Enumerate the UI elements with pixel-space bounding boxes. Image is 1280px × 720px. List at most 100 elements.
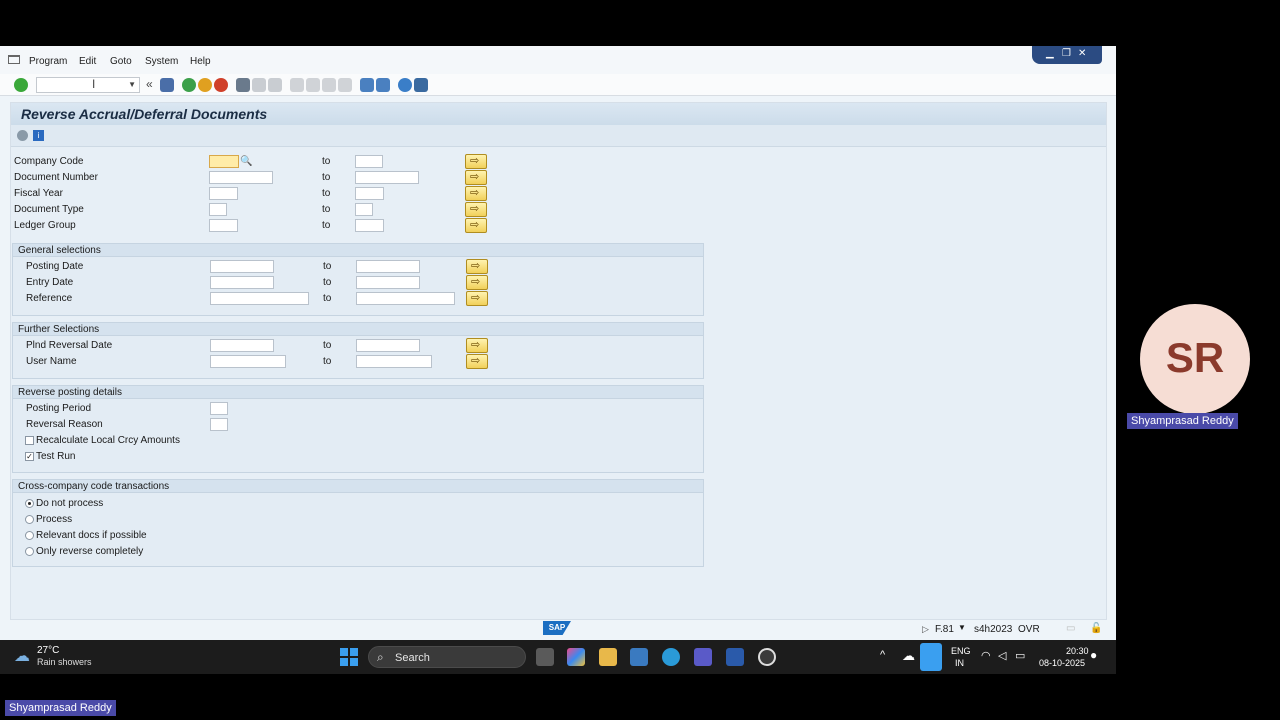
chatgpt-icon[interactable] [758, 648, 776, 666]
posting-date-multiple-button[interactable] [466, 259, 488, 274]
weather-icon[interactable]: ☁ [14, 646, 30, 666]
to-label: to [323, 261, 332, 272]
recalculate-checkbox[interactable] [25, 436, 34, 445]
play-icon[interactable]: ▷ [922, 624, 929, 635]
ledger-group-to-input[interactable] [355, 219, 384, 232]
sap-logon-icon[interactable] [630, 648, 648, 666]
radio-process[interactable] [25, 515, 34, 524]
layout-menu-icon[interactable] [414, 78, 428, 92]
menu-help[interactable]: Help [190, 56, 211, 67]
fiscal-year-from-input[interactable] [209, 187, 238, 200]
test-run-checkbox[interactable]: ✓ [25, 452, 34, 461]
chevron-down-icon[interactable]: ▼ [958, 623, 966, 632]
weather-text[interactable]: Rain showers [37, 657, 92, 667]
ledger-group-multiple-button[interactable] [465, 218, 487, 233]
clock-date[interactable]: 08-10-2025 [1039, 658, 1085, 668]
shortcut-icon[interactable] [376, 78, 390, 92]
document-number-to-input[interactable] [355, 171, 419, 184]
user-name-multiple-button[interactable] [466, 354, 488, 369]
close-icon[interactable]: ✕ [1078, 48, 1086, 59]
menu-program[interactable]: Program [29, 56, 67, 67]
temperature[interactable]: 27°C [37, 645, 59, 656]
battery-icon[interactable]: ▭ [1015, 649, 1025, 662]
reference-to-input[interactable] [356, 292, 455, 305]
restore-icon[interactable]: ❐ [1062, 48, 1071, 59]
posting-date-to-input[interactable] [356, 260, 420, 273]
document-number-multiple-button[interactable] [465, 170, 487, 185]
windows-start-icon[interactable] [340, 648, 358, 666]
company-code-to-input[interactable] [355, 155, 383, 168]
info-icon[interactable]: i [33, 130, 44, 141]
presenter-name-tag: Shyamprasad Reddy [5, 700, 116, 716]
label-relevant-docs: Relevant docs if possible [36, 530, 147, 541]
reference-from-input[interactable] [210, 292, 309, 305]
app-menu-icon[interactable] [8, 55, 20, 64]
cancel-icon[interactable] [214, 78, 228, 92]
document-type-from-input[interactable] [209, 203, 227, 216]
volume-icon[interactable]: ◁ [998, 649, 1006, 662]
chevron-down-icon[interactable]: ▼ [128, 80, 136, 89]
entry-date-to-input[interactable] [356, 276, 420, 289]
transaction-code[interactable]: F.81 [935, 624, 954, 635]
entry-date-from-input[interactable] [210, 276, 274, 289]
menu-goto[interactable]: Goto [110, 56, 132, 67]
word-icon[interactable] [726, 648, 744, 666]
lock-icon[interactable]: 🔓 [1090, 623, 1102, 634]
document-type-to-input[interactable] [355, 203, 373, 216]
insert-mode: OVR [1018, 624, 1040, 635]
document-number-from-input[interactable] [209, 171, 273, 184]
planned-reversal-date-to-input[interactable] [356, 339, 420, 352]
radio-only-reverse-completely[interactable] [25, 547, 34, 556]
chevron-up-icon[interactable]: ^ [880, 649, 885, 661]
new-session-icon[interactable] [360, 78, 374, 92]
menu-bar: Program Edit Goto System Help ▁ ❐ ✕ [0, 46, 1116, 74]
notification-icon[interactable]: ● [1090, 648, 1097, 662]
user-name-from-input[interactable] [210, 355, 286, 368]
wifi-icon[interactable]: ◠ [981, 649, 991, 662]
menu-edit[interactable]: Edit [79, 56, 96, 67]
edge-icon[interactable] [662, 648, 680, 666]
teams-icon[interactable] [694, 648, 712, 666]
document-type-multiple-button[interactable] [465, 202, 487, 217]
command-field[interactable]: ▼ [36, 77, 140, 93]
fiscal-year-to-input[interactable] [355, 187, 384, 200]
back-icon[interactable] [182, 78, 196, 92]
general-selections-group: General selections Posting Date to Entry… [12, 243, 704, 316]
planned-reversal-date-from-input[interactable] [210, 339, 274, 352]
ledger-group-from-input[interactable] [209, 219, 238, 232]
cloud-icon[interactable]: ☁ [902, 648, 915, 664]
search-help-icon[interactable]: 🔍 [240, 156, 252, 167]
exit-icon[interactable] [198, 78, 212, 92]
region[interactable]: IN [955, 658, 964, 668]
save-icon[interactable] [160, 78, 174, 92]
reference-multiple-button[interactable] [466, 291, 488, 306]
radio-do-not-process[interactable] [25, 499, 34, 508]
taskbar-search[interactable]: ⌕ Search [368, 646, 526, 668]
enter-icon[interactable] [14, 78, 28, 92]
file-explorer-icon[interactable] [599, 648, 617, 666]
posting-date-from-input[interactable] [210, 260, 274, 273]
task-view-icon[interactable] [536, 648, 554, 666]
radio-relevant-docs[interactable] [25, 531, 34, 540]
menu-system[interactable]: System [145, 56, 178, 67]
entry-date-multiple-button[interactable] [466, 275, 488, 290]
posting-period-input[interactable] [210, 402, 228, 415]
user-name-to-input[interactable] [356, 355, 432, 368]
help-icon[interactable] [398, 78, 412, 92]
clock-time[interactable]: 20:30 [1066, 646, 1089, 656]
copilot-icon[interactable] [567, 648, 585, 666]
print-icon[interactable] [236, 78, 250, 92]
company-code-multiple-button[interactable] [465, 154, 487, 169]
reversal-reason-input[interactable] [210, 418, 228, 431]
language[interactable]: ENG [951, 646, 971, 656]
planned-reversal-date-multiple-button[interactable] [466, 338, 488, 353]
label-entry-date: Entry Date [26, 277, 74, 288]
execute-icon[interactable] [17, 130, 28, 141]
group-header: General selections [13, 244, 703, 257]
company-code-from-input[interactable] [209, 155, 239, 168]
fiscal-year-multiple-button[interactable] [465, 186, 487, 201]
microphone-icon[interactable] [920, 643, 942, 671]
label-test-run: Test Run [36, 451, 76, 462]
minimize-icon[interactable]: ▁ [1046, 48, 1054, 59]
collapse-icon[interactable]: « [146, 77, 153, 91]
